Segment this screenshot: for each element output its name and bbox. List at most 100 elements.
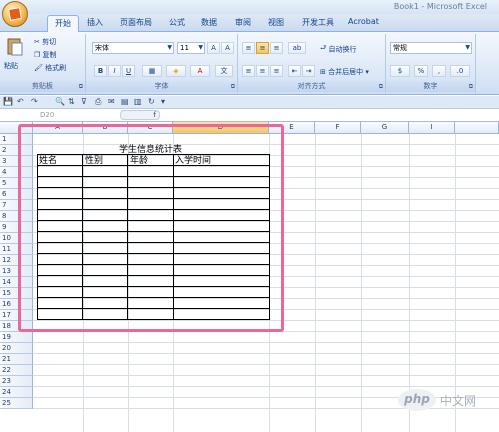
alignment-launcher-icon[interactable]: ⧉	[379, 83, 383, 91]
tab-home[interactable]: 开始	[47, 15, 79, 33]
tab-view[interactable]: 视图	[268, 17, 284, 28]
chevron-down-icon: ▼	[198, 44, 203, 51]
align-middle-button[interactable]: ≡	[256, 42, 269, 54]
wrap-text-button[interactable]: ⮐ 自动换行	[320, 44, 357, 55]
title-bar: Book1 - Microsoft Excel	[0, 0, 499, 14]
number-launcher-icon[interactable]: ⧉	[469, 83, 473, 91]
font-launcher-icon[interactable]: ⧉	[231, 83, 235, 91]
font-size-select[interactable]: 11 ▼	[177, 42, 205, 54]
decrease-indent-icon: ⇤	[291, 67, 298, 75]
tab-developer[interactable]: 开发工具	[302, 17, 334, 28]
format-painter-label: 格式刷	[45, 64, 67, 72]
customize-qat-icon[interactable]: ▾	[161, 97, 165, 106]
ribbon: 粘贴 ✂ 剪切 ❐ 复制 🖌 格式刷 剪贴板 ⧉ 宋体 ▼ 11 ▼ A A B…	[0, 32, 499, 95]
wrap-text-label: 自动换行	[328, 45, 357, 54]
tab-data[interactable]: 数据	[201, 17, 217, 28]
phonetic-button[interactable]: 文	[215, 65, 233, 77]
tab-formulas[interactable]: 公式	[169, 17, 185, 28]
border-button[interactable]: ▦	[142, 65, 162, 77]
copy-button[interactable]: ❐ 复制	[34, 50, 57, 60]
tab-page-layout[interactable]: 页面布局	[120, 17, 152, 28]
row-header[interactable]: 23	[0, 376, 33, 387]
alignment-group-label: 对齐方式	[238, 81, 385, 92]
font-group-label: 字体	[86, 81, 237, 92]
decimal-icon: .0	[456, 67, 464, 75]
php-logo: php	[398, 389, 436, 411]
orientation-button[interactable]: ab	[288, 42, 306, 54]
row-header[interactable]: 24	[0, 387, 33, 398]
number-group-label: 数字	[386, 81, 475, 92]
align-right-button[interactable]: ≡	[270, 65, 283, 77]
copy-icon: ❐	[34, 51, 41, 59]
font-name-select[interactable]: 宋体 ▼	[92, 42, 174, 54]
underline-button[interactable]: U	[122, 65, 135, 77]
percent-button[interactable]: %	[414, 65, 428, 77]
comma-button[interactable]: ,	[432, 65, 446, 77]
increase-indent-icon: ⇥	[305, 67, 312, 75]
sort-icon[interactable]: ⇅	[68, 97, 75, 106]
merge-center-button[interactable]: ⊞ 合并后居中 ▾	[320, 67, 369, 77]
row-header[interactable]: 20	[0, 343, 33, 354]
font-size-value: 11	[180, 44, 189, 52]
cut-button[interactable]: ✂ 剪切	[34, 37, 56, 47]
chart-icon[interactable]: ▥	[134, 97, 142, 106]
column-header-blank[interactable]	[455, 122, 499, 134]
gridline	[409, 134, 410, 432]
table-icon[interactable]: ▤	[121, 97, 129, 106]
redo-icon[interactable]: ↷	[31, 97, 38, 106]
align-top-button[interactable]: ≡	[242, 42, 255, 54]
email-icon[interactable]: ✉	[108, 97, 115, 106]
cut-label: 剪切	[42, 38, 57, 46]
align-bottom-button[interactable]: ≡	[270, 42, 283, 54]
align-left-icon: ≡	[245, 67, 252, 75]
name-box[interactable]: D20	[40, 111, 54, 119]
filter-icon[interactable]: ⊽	[81, 97, 87, 106]
tab-insert[interactable]: 插入	[87, 17, 103, 28]
tab-acrobat[interactable]: Acrobat	[348, 17, 379, 26]
fill-color-button[interactable]: ◈	[166, 65, 186, 77]
align-center-button[interactable]: ≡	[256, 65, 269, 77]
fx-button[interactable]: f	[120, 110, 160, 120]
row-header[interactable]: 22	[0, 365, 33, 376]
row-header[interactable]: 19	[0, 332, 33, 343]
decimal-button[interactable]: .0	[450, 65, 470, 77]
row-header[interactable]: 25	[0, 398, 33, 409]
refresh-icon[interactable]: ↻	[148, 97, 155, 106]
print-icon[interactable]: ⎙	[95, 97, 101, 107]
column-header-f[interactable]: F	[315, 122, 361, 134]
font-group: 宋体 ▼ 11 ▼ A A B I U ▦ ◈ A 文 字体 ⧉	[86, 34, 238, 93]
shrink-font-button[interactable]: A	[221, 42, 234, 54]
save-icon[interactable]: 💾	[3, 97, 13, 106]
font-color-button[interactable]: A	[190, 65, 210, 77]
quick-access-toolbar: 💾 ↶ ↷ 🔍 ⇅ ⊽ ⎙ ✉ ▤ ▥ ↻ ▾	[0, 96, 499, 109]
column-header-i[interactable]: I	[409, 122, 455, 134]
formula-bar: D20 f	[0, 110, 499, 122]
office-button[interactable]	[2, 1, 28, 27]
row-header[interactable]: 21	[0, 354, 33, 365]
undo-icon[interactable]: ↶	[17, 97, 24, 106]
watermark: php 中文网	[398, 389, 490, 411]
clipboard-launcher-icon[interactable]: ⧉	[79, 83, 83, 91]
number-format-select[interactable]: 常规 ▼	[390, 42, 472, 54]
window-title: Book1 - Microsoft Excel	[393, 2, 487, 11]
paste-label[interactable]: 粘贴	[4, 61, 18, 71]
tab-review[interactable]: 审阅	[235, 17, 251, 28]
clipboard-group-label: 剪贴板	[0, 81, 85, 92]
print-preview-icon[interactable]: 🔍	[55, 97, 65, 106]
gridline	[33, 353, 499, 354]
currency-icon: $	[397, 67, 403, 75]
align-left-button[interactable]: ≡	[242, 65, 255, 77]
column-header-g[interactable]: G	[361, 122, 409, 134]
bold-button[interactable]: B	[94, 65, 107, 77]
font-name-value: 宋体	[95, 44, 109, 52]
increase-indent-button[interactable]: ⇥	[302, 65, 315, 77]
currency-button[interactable]: $	[390, 65, 410, 77]
decrease-indent-button[interactable]: ⇤	[288, 65, 301, 77]
italic-button[interactable]: I	[108, 65, 121, 77]
paste-button[interactable]	[6, 36, 24, 56]
merge-center-label: 合并后居中	[328, 68, 364, 76]
grow-font-button[interactable]: A	[207, 42, 220, 54]
format-painter-button[interactable]: 🖌 格式刷	[34, 63, 66, 73]
gridline	[33, 364, 499, 365]
paste-icon	[7, 38, 23, 56]
